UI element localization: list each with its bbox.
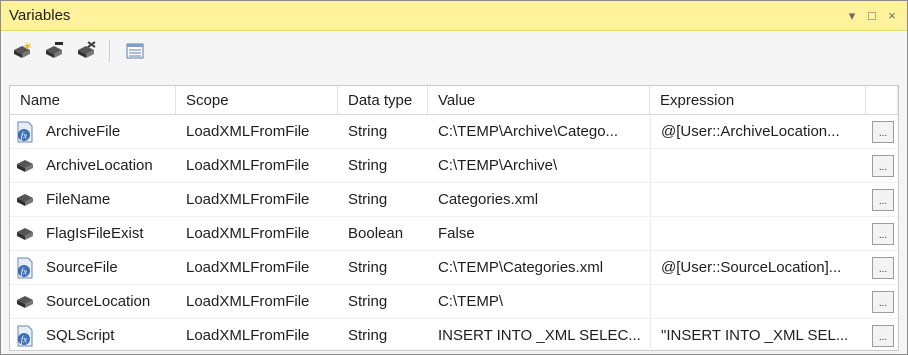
cell-scope[interactable]: LoadXMLFromFile	[176, 183, 338, 216]
variables-toolbar	[1, 31, 907, 71]
cell-value[interactable]: C:\TEMP\	[428, 285, 650, 318]
expression-builder-button[interactable]: ...	[872, 154, 894, 177]
grid-options-icon	[126, 43, 144, 59]
grid-header: Name Scope Data type Value Expression	[10, 86, 898, 115]
cell-value[interactable]: False	[428, 217, 650, 250]
expression-variable-icon: fx	[14, 257, 36, 279]
variable-icon	[14, 189, 36, 211]
cell-data-type[interactable]: String	[338, 251, 428, 284]
expression-variable-icon: fx	[14, 325, 36, 347]
expression-variable-icon: fx	[14, 121, 36, 143]
cell-expression-button: ...	[866, 217, 898, 250]
cell-value[interactable]: Categories.xml	[428, 183, 650, 216]
cell-expression-button: ...	[866, 183, 898, 216]
cell-value[interactable]: C:\TEMP\Categories.xml	[428, 251, 650, 284]
cell-data-type[interactable]: String	[338, 149, 428, 182]
move-variable-button[interactable]	[41, 38, 67, 64]
delete-variable-button[interactable]	[73, 38, 99, 64]
panel-titlebar: Variables ▾ □ ×	[1, 1, 907, 31]
variables-panel: Variables ▾ □ × Name Scope Data type Val…	[0, 0, 908, 355]
cell-scope[interactable]: LoadXMLFromFile	[176, 285, 338, 318]
variable-name: SourceLocation	[46, 293, 151, 310]
cell-name[interactable]: FileName	[10, 183, 176, 216]
grid-body: fx ArchiveFile LoadXMLFromFile String C:\TEM…	[10, 115, 898, 353]
cell-expression[interactable]: @[User::SourceLocation]...	[650, 251, 866, 284]
svg-text:fx: fx	[21, 334, 28, 344]
cell-data-type[interactable]: String	[338, 285, 428, 318]
cell-value[interactable]: C:\TEMP\Archive\Catego...	[428, 115, 650, 148]
table-row[interactable]: ArchiveLocation LoadXMLFromFile String C:\T…	[10, 149, 898, 183]
cell-expression-button: ...	[866, 251, 898, 284]
variable-name: SourceFile	[46, 259, 118, 276]
cell-data-type[interactable]: String	[338, 115, 428, 148]
table-row[interactable]: SourceLocation LoadXMLFromFile String C:\TE…	[10, 285, 898, 319]
expression-builder-button[interactable]: ...	[872, 324, 894, 347]
cell-name[interactable]: fx SourceFile	[10, 251, 176, 284]
variable-icon	[14, 291, 36, 313]
table-row[interactable]: fx SourceFile LoadXMLFromFile String C:\TEMP…	[10, 251, 898, 285]
cell-scope[interactable]: LoadXMLFromFile	[176, 149, 338, 182]
dropdown-icon[interactable]: ▾	[845, 8, 859, 24]
cell-expression[interactable]	[650, 285, 866, 318]
svg-text:fx: fx	[21, 266, 28, 276]
cell-expression[interactable]: @[User::ArchiveLocation...	[650, 115, 866, 148]
variable-icon	[14, 155, 36, 177]
delete-variable-icon	[78, 41, 96, 58]
svg-text:fx: fx	[21, 130, 28, 140]
cell-expression[interactable]	[650, 149, 866, 182]
column-header-value[interactable]: Value	[428, 86, 650, 114]
variable-icon	[14, 223, 36, 245]
column-header-expression[interactable]: Expression	[650, 86, 866, 114]
cell-data-type[interactable]: String	[338, 319, 428, 352]
cell-scope[interactable]: LoadXMLFromFile	[176, 251, 338, 284]
expression-builder-button[interactable]: ...	[872, 188, 894, 211]
window-controls: ▾ □ ×	[845, 8, 899, 24]
cell-name[interactable]: fx SQLScript	[10, 319, 176, 352]
table-row[interactable]: FlagIsFileExist LoadXMLFromFile Boolean Fal…	[10, 217, 898, 251]
cell-expression-button: ...	[866, 149, 898, 182]
table-row[interactable]: fx SQLScript LoadXMLFromFile String INSERT I…	[10, 319, 898, 353]
cell-value[interactable]: C:\TEMP\Archive\	[428, 149, 650, 182]
cell-expression[interactable]	[650, 183, 866, 216]
column-header-name[interactable]: Name	[10, 86, 176, 114]
variable-name: ArchiveLocation	[46, 157, 153, 174]
cell-name[interactable]: FlagIsFileExist	[10, 217, 176, 250]
cell-data-type[interactable]: String	[338, 183, 428, 216]
column-header-scope[interactable]: Scope	[176, 86, 338, 114]
variable-name: FlagIsFileExist	[46, 225, 144, 242]
cell-scope[interactable]: LoadXMLFromFile	[176, 115, 338, 148]
table-row[interactable]: fx ArchiveFile LoadXMLFromFile String C:\TEM…	[10, 115, 898, 149]
add-variable-icon	[14, 42, 32, 58]
cell-name[interactable]: fx ArchiveFile	[10, 115, 176, 148]
expression-builder-button[interactable]: ...	[872, 222, 894, 245]
variables-grid: Name Scope Data type Value Expression fx…	[9, 85, 899, 353]
table-row[interactable]: FileName LoadXMLFromFile String Categories.…	[10, 183, 898, 217]
variable-name: ArchiveFile	[46, 123, 121, 140]
expression-builder-button[interactable]: ...	[872, 256, 894, 279]
grid-options-button[interactable]	[122, 38, 148, 64]
cell-expression-button: ...	[866, 115, 898, 148]
cell-value[interactable]: INSERT INTO _XML SELEC...	[428, 319, 650, 352]
cell-name[interactable]: ArchiveLocation	[10, 149, 176, 182]
cell-scope[interactable]: LoadXMLFromFile	[176, 319, 338, 352]
panel-title: Variables	[9, 7, 71, 24]
cell-scope[interactable]: LoadXMLFromFile	[176, 217, 338, 250]
add-variable-button[interactable]	[9, 38, 35, 64]
column-header-data-type[interactable]: Data type	[338, 86, 428, 114]
expression-builder-button[interactable]: ...	[872, 290, 894, 313]
cell-expression[interactable]	[650, 217, 866, 250]
close-icon[interactable]: ×	[885, 8, 899, 23]
cell-data-type[interactable]: Boolean	[338, 217, 428, 250]
cell-expression-button: ...	[866, 285, 898, 318]
cell-expression-button: ...	[866, 319, 898, 352]
move-variable-icon	[46, 42, 63, 58]
cell-expression[interactable]: "INSERT INTO _XML SEL...	[650, 319, 866, 352]
variable-name: FileName	[46, 191, 111, 208]
variable-name: SQLScript	[46, 327, 115, 344]
column-header-spacer	[866, 86, 898, 114]
cell-name[interactable]: SourceLocation	[10, 285, 176, 318]
restore-icon[interactable]: □	[865, 8, 879, 23]
toolbar-separator	[109, 40, 110, 62]
expression-builder-button[interactable]: ...	[872, 120, 894, 143]
